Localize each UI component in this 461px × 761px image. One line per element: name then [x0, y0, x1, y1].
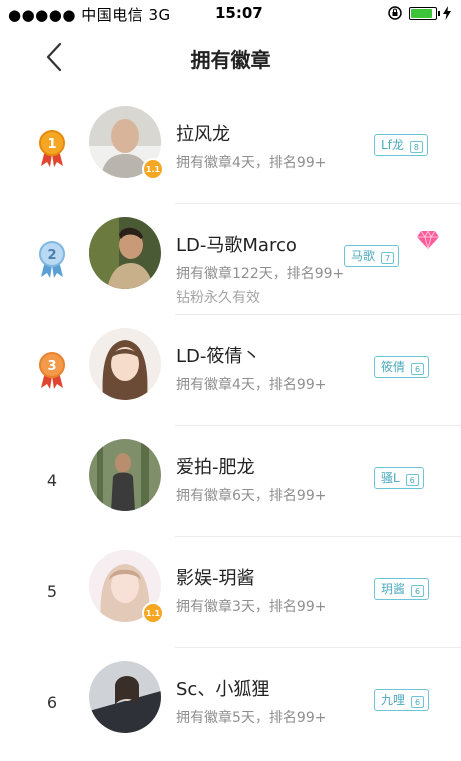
fan-badge-label: Lf龙 — [381, 138, 404, 152]
battery-icon — [409, 6, 440, 20]
user-name: 拉风龙 — [176, 124, 230, 145]
list-item[interactable]: 4 爱拍-肥龙 拥有徽章6天，排名99+ 骚L 6 — [0, 425, 461, 536]
avatar[interactable] — [89, 439, 161, 511]
level-badge: 1.1 — [142, 602, 164, 624]
status-icons — [387, 5, 451, 21]
list-item[interactable]: 1 1.1 拉风龙 拥有徽章4天，排名99+ Lf龙 8 — [0, 92, 461, 203]
rank-number: 4 — [46, 471, 58, 490]
fan-badge-level: 6 — [411, 363, 425, 375]
fan-badge: 筱倩 6 — [374, 356, 430, 378]
fan-badge: 骚L 6 — [374, 467, 424, 489]
list-item[interactable]: 5 1.1 影娱-玥酱 拥有徽章3天，排名99+ 玥酱 6 — [0, 536, 461, 647]
user-name: 影娱-玥酱 — [176, 568, 255, 589]
fan-badge-label: 九哩 — [381, 693, 406, 707]
svg-text:3: 3 — [47, 359, 56, 374]
rank-medal-silver: 2 — [26, 203, 78, 314]
fan-badge-level: 7 — [381, 252, 395, 264]
rank-medal-bronze: 3 — [26, 314, 78, 425]
user-name: 爱拍-肥龙 — [176, 457, 255, 478]
gold-medal-icon: 1 — [39, 129, 65, 167]
clock: 15:07 — [215, 4, 263, 22]
list-item[interactable]: 2 LD-马歌Marco 拥有徽章122天，排名99+ 钻粉永久有效 马歌 7 — [0, 203, 461, 314]
avatar[interactable] — [89, 661, 161, 733]
user-name: LD-马歌Marco — [176, 235, 297, 256]
rotation-lock-icon — [388, 6, 402, 20]
avatar[interactable] — [89, 217, 161, 289]
level-badge: 1.1 — [142, 158, 164, 180]
badge-duration: 拥有徽章122天，排名99+ — [176, 266, 345, 282]
fan-badge-level: 8 — [409, 141, 423, 153]
fan-badge-label: 玥酱 — [381, 582, 406, 596]
fan-badge: 马歌 7 — [344, 245, 400, 267]
charging-icon — [443, 6, 451, 20]
fan-badge-label: 筱倩 — [381, 360, 406, 374]
page-title: 拥有徽章 — [190, 48, 271, 72]
fan-badge-level: 6 — [405, 474, 419, 486]
badge-duration: 拥有徽章3天，排名99+ — [176, 599, 327, 615]
svg-text:2: 2 — [47, 248, 56, 263]
diamond-icon — [417, 230, 439, 250]
avatar[interactable] — [89, 328, 161, 400]
fan-badge-level: 6 — [411, 585, 425, 597]
list-item[interactable]: 3 LD-筱倩丶 拥有徽章4天，排名99+ 筱倩 6 — [0, 314, 461, 425]
user-name: Sc、小狐狸 — [176, 679, 270, 700]
badge-duration: 拥有徽章5天，排名99+ — [176, 710, 327, 726]
fan-badge-level: 6 — [411, 696, 425, 708]
user-name: LD-筱倩丶 — [176, 346, 261, 367]
badge-duration: 拥有徽章4天，排名99+ — [176, 377, 327, 393]
fan-badge-label: 骚L — [381, 471, 400, 485]
fan-badge-label: 马歌 — [351, 249, 376, 263]
fan-badge: Lf龙 8 — [374, 134, 428, 156]
rank-medal-gold: 1 — [26, 92, 78, 203]
fan-badge: 玥酱 6 — [374, 578, 430, 600]
silver-medal-icon: 2 — [39, 240, 65, 278]
bronze-medal-icon: 3 — [39, 351, 65, 389]
fan-badge: 九哩 6 — [374, 689, 430, 711]
svg-text:1: 1 — [47, 137, 56, 152]
status-bar: ●●●●● 中国电信 3G 15:07 — [0, 0, 461, 26]
nav-bar: 拥有徽章 — [0, 28, 461, 86]
badge-duration: 拥有徽章6天，排名99+ — [176, 488, 327, 504]
carrier-label: ●●●●● 中国电信 3G — [8, 6, 171, 24]
badge-holder-list: 1 1.1 拉风龙 拥有徽章4天，排名99+ Lf龙 8 2 LD-马歌Marc… — [0, 92, 461, 758]
diamond-fan-status: 钻粉永久有效 — [176, 290, 260, 306]
badge-duration: 拥有徽章4天，排名99+ — [176, 155, 327, 171]
list-item[interactable]: 6 Sc、小狐狸 拥有徽章5天，排名99+ 九哩 6 — [0, 647, 461, 758]
rank-number: 6 — [46, 693, 58, 712]
rank-number: 5 — [46, 582, 58, 601]
